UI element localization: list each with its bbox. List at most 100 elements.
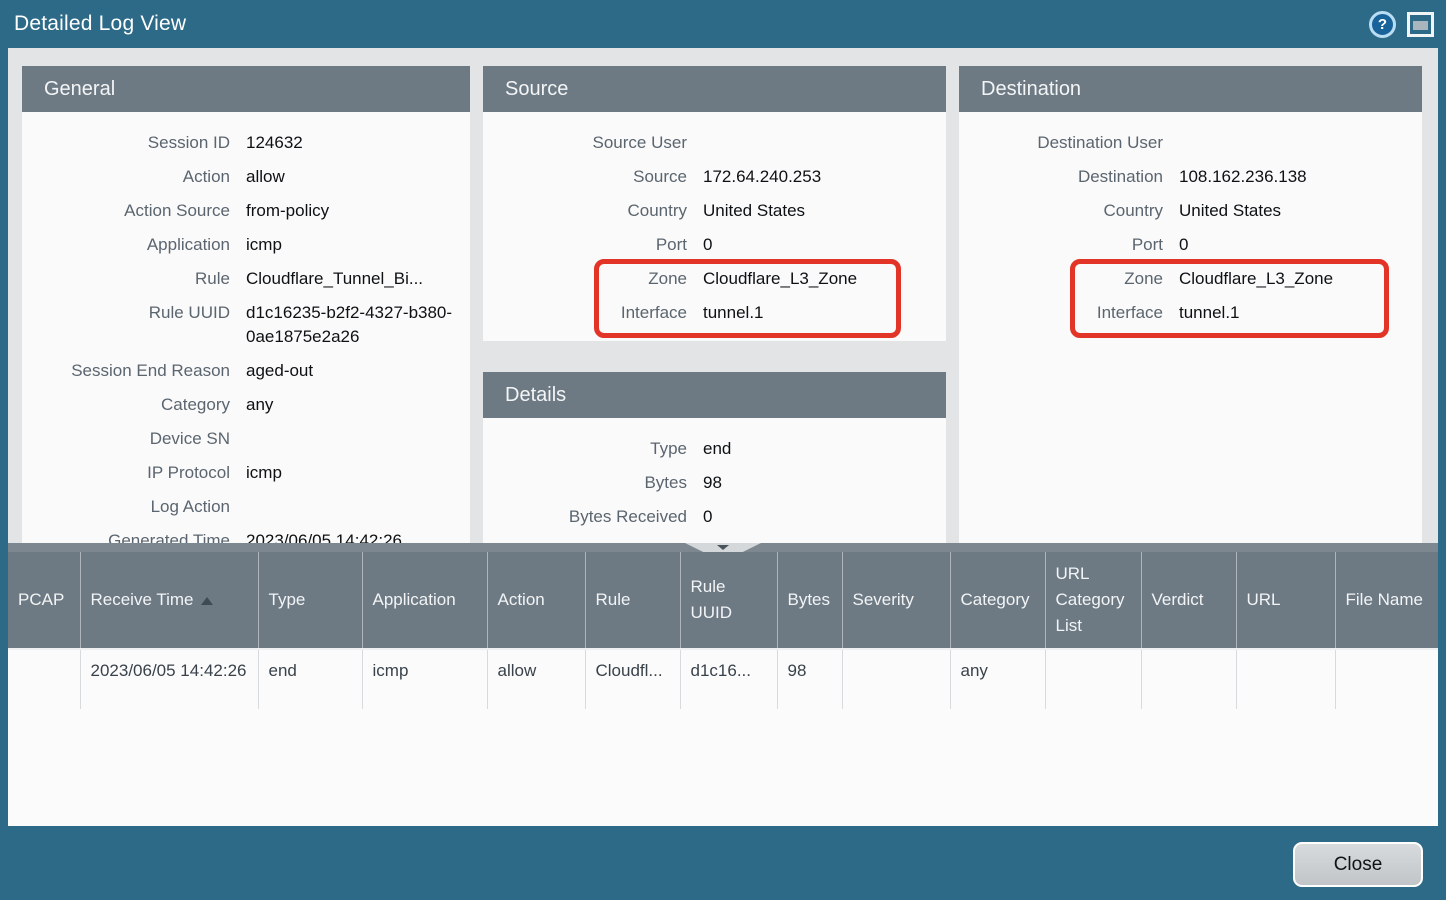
log-table-cell bbox=[1141, 649, 1236, 709]
log-table-cell: allow bbox=[487, 649, 585, 709]
field-value: aged-out bbox=[246, 359, 460, 383]
field-label: Interface bbox=[483, 301, 687, 325]
log-table: PCAP Receive Time Type Application Actio… bbox=[8, 552, 1438, 709]
panel-table-splitter bbox=[8, 543, 1438, 552]
column-header-label: URL Category List bbox=[1056, 564, 1125, 635]
dialog-footer: Close bbox=[0, 826, 1446, 900]
field-value: icmp bbox=[246, 461, 460, 485]
column-header-label: Verdict bbox=[1152, 590, 1204, 609]
log-table-row[interactable]: 2023/06/05 14:42:26 end icmp allow Cloud… bbox=[8, 649, 1438, 709]
column-header-label: URL bbox=[1247, 590, 1281, 609]
field-value: 98 bbox=[703, 471, 936, 495]
log-table-column-header[interactable]: Rule bbox=[585, 552, 680, 649]
log-table-cell: 98 bbox=[777, 649, 842, 709]
column-header-label: Type bbox=[269, 590, 306, 609]
log-table-cell: 2023/06/05 14:42:26 bbox=[80, 649, 258, 709]
field-value: United States bbox=[1179, 199, 1412, 223]
field-value: end bbox=[703, 437, 936, 461]
field-row: Interface tunnel.1 bbox=[483, 296, 946, 330]
column-header-label: File Name bbox=[1346, 590, 1423, 609]
log-table-column-header[interactable]: Action bbox=[487, 552, 585, 649]
field-label: Device SN bbox=[22, 427, 230, 451]
field-value: 0 bbox=[703, 233, 936, 257]
field-row: Port 0 bbox=[959, 228, 1422, 262]
field-row: Destination User bbox=[959, 126, 1422, 160]
field-label: Session ID bbox=[22, 131, 230, 155]
log-table-column-header[interactable]: File Name bbox=[1335, 552, 1438, 649]
log-table-column-header[interactable]: Type bbox=[258, 552, 362, 649]
field-value: Cloudflare_L3_Zone bbox=[1179, 267, 1412, 291]
field-value: 108.162.236.138 bbox=[1179, 165, 1412, 189]
general-panel-title: General bbox=[22, 66, 470, 112]
field-row: Category any bbox=[22, 388, 470, 422]
log-table-column-header[interactable]: Bytes bbox=[777, 552, 842, 649]
column-header-label: Rule bbox=[596, 590, 631, 609]
field-label: Category bbox=[22, 393, 230, 417]
log-table-column-header[interactable]: Receive Time bbox=[80, 552, 258, 649]
field-row: Source 172.64.240.253 bbox=[483, 160, 946, 194]
log-table-column-header[interactable]: URL bbox=[1236, 552, 1335, 649]
field-row: Destination 108.162.236.138 bbox=[959, 160, 1422, 194]
general-panel: General Session ID 124632 Action allow A… bbox=[22, 66, 470, 543]
field-row: Device SN bbox=[22, 422, 470, 456]
log-table-column-header[interactable]: PCAP bbox=[8, 552, 80, 649]
field-row: Generated Time 2023/06/05 14:42:26 bbox=[22, 524, 470, 543]
field-label: Interface bbox=[959, 301, 1163, 325]
field-label: Source bbox=[483, 165, 687, 189]
field-label: Zone bbox=[483, 267, 687, 291]
field-value: 0 bbox=[703, 505, 936, 529]
field-label: Application bbox=[22, 233, 230, 257]
field-row: Log Action bbox=[22, 490, 470, 524]
field-row: Rule UUID d1c16235-b2f2-4327-b380-0ae187… bbox=[22, 296, 470, 354]
field-label: Type bbox=[483, 437, 687, 461]
field-row: Country United States bbox=[483, 194, 946, 228]
field-value: 2023/06/05 14:42:26 bbox=[246, 529, 460, 543]
field-value: allow bbox=[246, 165, 460, 189]
log-table-cell: icmp bbox=[362, 649, 487, 709]
field-label: Log Action bbox=[22, 495, 230, 519]
general-panel-body: Session ID 124632 Action allow Action So… bbox=[22, 112, 470, 543]
log-table-column-header[interactable]: Category bbox=[950, 552, 1045, 649]
help-icon[interactable]: ? bbox=[1369, 11, 1396, 38]
log-table-section: PCAP Receive Time Type Application Actio… bbox=[8, 543, 1438, 826]
field-row: Application icmp bbox=[22, 228, 470, 262]
field-row: Rule Cloudflare_Tunnel_Bi... bbox=[22, 262, 470, 296]
log-table-column-header[interactable]: Severity bbox=[842, 552, 950, 649]
field-row: Port 0 bbox=[483, 228, 946, 262]
close-button[interactable]: Close bbox=[1293, 842, 1423, 887]
destination-panel: Destination Destination User Destination… bbox=[959, 66, 1422, 543]
restore-window-icon[interactable] bbox=[1407, 12, 1434, 37]
column-header-label: Rule UUID bbox=[691, 577, 733, 622]
field-value: d1c16235-b2f2-4327-b380-0ae1875e2a26 bbox=[246, 301, 460, 349]
field-label: Zone bbox=[959, 267, 1163, 291]
log-table-cell: any bbox=[950, 649, 1045, 709]
field-row: Action Source from-policy bbox=[22, 194, 470, 228]
details-panel-title: Details bbox=[483, 372, 946, 418]
field-label: Port bbox=[483, 233, 687, 257]
splitter-drag-handle[interactable] bbox=[685, 543, 761, 552]
field-value: 124632 bbox=[246, 131, 460, 155]
field-label: Port bbox=[959, 233, 1163, 257]
source-panel: Source Source User Source 172.64.240.253… bbox=[483, 66, 946, 341]
field-label: Session End Reason bbox=[22, 359, 230, 383]
field-row: Type end bbox=[483, 432, 946, 466]
field-label: Source User bbox=[483, 131, 687, 155]
field-value: from-policy bbox=[246, 199, 460, 223]
log-table-column-header[interactable]: Verdict bbox=[1141, 552, 1236, 649]
field-label: Generated Time bbox=[22, 529, 230, 543]
log-table-column-header[interactable]: URL Category List bbox=[1045, 552, 1141, 649]
log-table-cell: end bbox=[258, 649, 362, 709]
details-panel: Details Type end Bytes 98 Bytes Received… bbox=[483, 372, 946, 543]
dialog-titlebar: Detailed Log View ? bbox=[0, 0, 1446, 48]
field-label: Rule bbox=[22, 267, 230, 291]
field-label: Destination User bbox=[959, 131, 1163, 155]
log-table-column-header[interactable]: Application bbox=[362, 552, 487, 649]
log-table-cell: Cloudfl... bbox=[585, 649, 680, 709]
field-value bbox=[1179, 131, 1412, 155]
log-table-column-header[interactable]: Rule UUID bbox=[680, 552, 777, 649]
field-value: any bbox=[246, 393, 460, 417]
column-header-label: Receive Time bbox=[91, 590, 194, 609]
field-row: Bytes Received 0 bbox=[483, 500, 946, 534]
field-row: Action allow bbox=[22, 160, 470, 194]
log-table-cell bbox=[1236, 649, 1335, 709]
